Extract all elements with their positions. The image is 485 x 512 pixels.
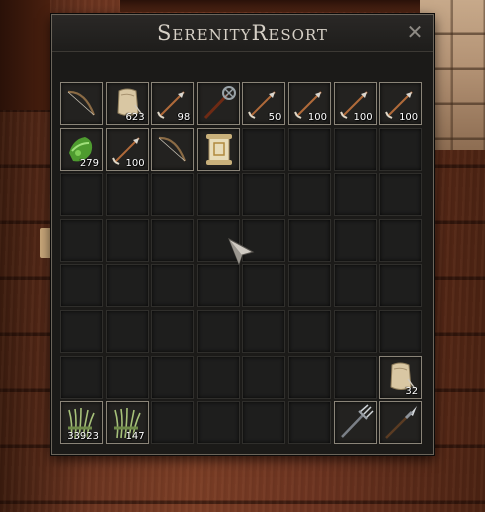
inventory-slot[interactable]: 100 xyxy=(379,82,423,125)
inventory-slot[interactable] xyxy=(196,355,240,399)
inventory-slot[interactable]: 100 xyxy=(105,127,149,171)
inventory-slot[interactable] xyxy=(333,173,377,217)
inventory-slot[interactable] xyxy=(242,127,286,171)
inventory-window: SerenityResort ✕ 623 98 50 100 100 100 279 100 3… xyxy=(51,14,434,455)
wooden-beam xyxy=(120,0,420,12)
inventory-slot[interactable] xyxy=(196,401,240,445)
inventory-slot[interactable] xyxy=(242,173,286,217)
inventory-slot[interactable] xyxy=(287,173,331,217)
inventory-slot[interactable] xyxy=(196,82,240,125)
inventory-slot[interactable] xyxy=(287,355,331,399)
inventory-slot[interactable] xyxy=(333,309,377,353)
inventory-slot[interactable] xyxy=(242,401,286,445)
inventory-slot[interactable] xyxy=(379,264,423,308)
inventory-slot[interactable]: 279 xyxy=(60,127,103,171)
inventory-slot[interactable] xyxy=(287,127,331,171)
inventory-slot[interactable] xyxy=(287,218,331,262)
inventory-slot[interactable] xyxy=(105,218,149,262)
inventory-slot[interactable] xyxy=(379,173,423,217)
inventory-slot[interactable]: 98 xyxy=(151,82,195,125)
window-title: SerenityResort xyxy=(157,21,328,45)
item-quantity: 98 xyxy=(177,112,191,123)
item-quantity: 100 xyxy=(399,112,419,123)
inventory-slot[interactable] xyxy=(333,264,377,308)
inventory-slot[interactable] xyxy=(105,173,149,217)
inventory-slot[interactable] xyxy=(151,173,195,217)
inventory-slot[interactable] xyxy=(151,309,195,353)
item-quantity: 623 xyxy=(125,112,145,123)
inventory-slot[interactable]: 33923 xyxy=(60,401,103,445)
item-quantity: 100 xyxy=(353,112,373,123)
inventory-slot[interactable] xyxy=(105,264,149,308)
inventory-slot[interactable] xyxy=(379,127,423,171)
inventory-slot[interactable] xyxy=(333,355,377,399)
inventory-slot[interactable]: 50 xyxy=(242,82,286,125)
inventory-slot[interactable]: 147 xyxy=(105,401,149,445)
item-quantity: 33923 xyxy=(67,431,99,443)
item-quantity: 50 xyxy=(268,112,282,123)
inventory-slot[interactable] xyxy=(242,264,286,308)
mouse-cursor-icon xyxy=(228,237,255,265)
inventory-slot[interactable] xyxy=(196,264,240,308)
inventory-slot[interactable] xyxy=(151,355,195,399)
inventory-slot[interactable] xyxy=(60,173,103,217)
item-quantity: 100 xyxy=(307,112,327,123)
inventory-slot[interactable] xyxy=(287,401,331,445)
inventory-slot[interactable] xyxy=(333,127,377,171)
inventory-slot[interactable] xyxy=(242,309,286,353)
inventory-slot[interactable] xyxy=(196,173,240,217)
inventory-slot[interactable] xyxy=(105,355,149,399)
inventory-slot[interactable] xyxy=(196,309,240,353)
inventory-slot[interactable]: 623 xyxy=(105,82,149,125)
inventory-slot[interactable] xyxy=(242,355,286,399)
inventory-slot[interactable] xyxy=(151,218,195,262)
inventory-slot[interactable] xyxy=(151,127,195,171)
inventory-slot[interactable] xyxy=(60,309,103,353)
inventory-slot[interactable] xyxy=(60,355,103,399)
inventory-slot[interactable] xyxy=(151,264,195,308)
inventory-slot[interactable] xyxy=(287,264,331,308)
inventory-slot[interactable] xyxy=(60,82,103,125)
item-quantity: 147 xyxy=(125,431,145,443)
inventory-slot[interactable] xyxy=(151,401,195,445)
inventory-slot[interactable] xyxy=(379,218,423,262)
close-icon[interactable]: ✕ xyxy=(405,22,425,42)
wooden-post xyxy=(0,0,50,110)
inventory-slot[interactable]: 100 xyxy=(333,82,377,125)
inventory-slot[interactable]: 100 xyxy=(287,82,331,125)
item-quantity: 100 xyxy=(125,157,145,169)
inventory-slot[interactable] xyxy=(379,309,423,353)
inventory-slot[interactable] xyxy=(379,401,423,445)
item-quantity: 279 xyxy=(79,157,99,169)
inventory-slot[interactable] xyxy=(196,127,240,171)
inventory-slot[interactable] xyxy=(105,309,149,353)
inventory-slot[interactable] xyxy=(287,309,331,353)
title-bar[interactable]: SerenityResort ✕ xyxy=(52,15,433,52)
inventory-slot[interactable] xyxy=(333,401,377,445)
inventory-slot[interactable] xyxy=(60,264,103,308)
item-quantity: 32 xyxy=(405,385,419,397)
inventory-slot[interactable]: 32 xyxy=(379,355,423,399)
inventory-slot[interactable] xyxy=(333,218,377,262)
inventory-slot[interactable] xyxy=(60,218,103,262)
